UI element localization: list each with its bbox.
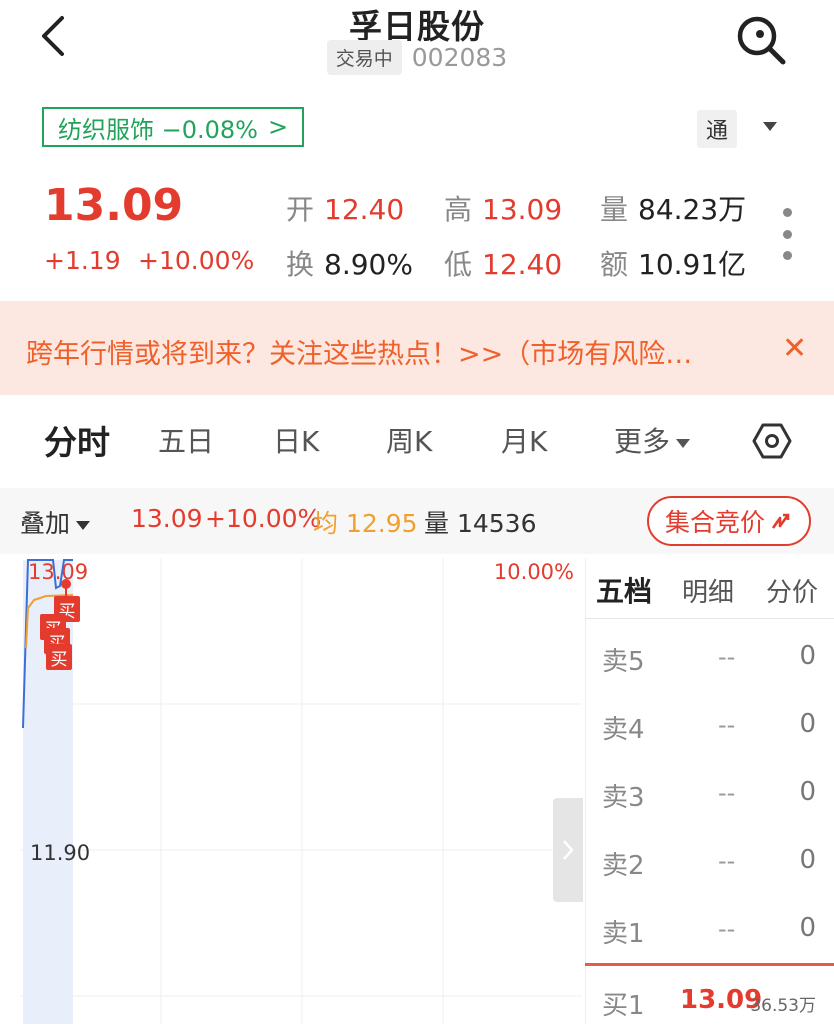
connect-button[interactable]: 通 bbox=[697, 110, 737, 148]
overlay-avg: 均 12.95 bbox=[313, 504, 418, 540]
caret-down-icon bbox=[676, 438, 691, 448]
search-icon[interactable] bbox=[733, 14, 789, 66]
ask1-price: -- bbox=[718, 915, 736, 943]
tab-five-day[interactable]: 五日 bbox=[158, 420, 214, 460]
more-vertical-icon[interactable] bbox=[778, 208, 796, 260]
stat-open-value: 12.40 bbox=[324, 193, 405, 226]
trading-status-badge: 交易中 bbox=[326, 40, 402, 75]
change-percent: +10.00% bbox=[138, 246, 255, 275]
tab-intraday[interactable]: 分时 bbox=[44, 416, 110, 464]
auction-arrow-icon bbox=[771, 513, 790, 529]
stat-turnover: 换 8.90% bbox=[286, 243, 413, 283]
ask2-price: -- bbox=[718, 847, 736, 875]
change-amount: +1.19 bbox=[44, 246, 121, 275]
caret-down-icon[interactable] bbox=[763, 122, 777, 131]
tab-more[interactable]: 更多 bbox=[614, 420, 691, 460]
bid1-volume: 36.53万 bbox=[750, 996, 816, 1016]
collapse-panel-handle[interactable] bbox=[553, 798, 583, 902]
stat-open-label: 开 bbox=[286, 193, 315, 226]
stat-volume-label: 量 bbox=[600, 193, 629, 226]
caret-down-icon bbox=[76, 520, 91, 530]
overlay-avg-label: 均 bbox=[313, 509, 339, 538]
bid1-label: 买1 bbox=[602, 991, 645, 1021]
stat-amount: 额 10.91亿 bbox=[600, 243, 746, 283]
tab-price-distribution[interactable]: 分价 bbox=[766, 572, 818, 609]
tab-monthly-k[interactable]: 月K bbox=[501, 420, 547, 460]
intraday-chart[interactable]: 13.09 10.00% 11.90 买 买 买 买 bbox=[20, 558, 582, 1024]
buy-tag[interactable]: 买 bbox=[46, 644, 72, 670]
tab-trade-detail[interactable]: 明细 bbox=[682, 572, 734, 609]
tab-five-levels[interactable]: 五档 bbox=[596, 570, 652, 610]
ask4-label: 卖4 bbox=[602, 715, 645, 745]
chevron-right-icon bbox=[563, 840, 574, 860]
ask4-volume: 0 bbox=[799, 709, 816, 739]
tab-more-label: 更多 bbox=[614, 425, 671, 458]
tab-weekly-k[interactable]: 周K bbox=[386, 420, 432, 460]
ask5-price: -- bbox=[718, 643, 736, 671]
bid-ask-separator bbox=[585, 963, 834, 966]
ask3-price: -- bbox=[718, 779, 736, 807]
chart-mid-price: 11.90 bbox=[30, 841, 91, 865]
overlay-price: 13.09 bbox=[131, 504, 203, 533]
stat-amount-value: 10.91亿 bbox=[638, 248, 747, 281]
ask3-label: 卖3 bbox=[602, 783, 645, 813]
ask5-volume: 0 bbox=[799, 641, 816, 671]
overlay-volume: 量 14536 bbox=[424, 504, 537, 540]
call-auction-button[interactable]: 集合竞价 bbox=[647, 496, 811, 546]
ask2-label: 卖2 bbox=[602, 851, 645, 881]
stat-high: 高 13.09 bbox=[444, 188, 562, 228]
overlay-label: 叠加 bbox=[20, 509, 71, 538]
overlay-pct: +10.00% bbox=[205, 504, 322, 533]
ask4-price: -- bbox=[718, 711, 736, 739]
sector-badge[interactable]: 纺织服饰 −0.08% > bbox=[42, 107, 305, 147]
tab-daily-k[interactable]: 日K bbox=[273, 420, 319, 460]
stock-code: 002083 bbox=[411, 43, 508, 72]
ask5-label: 卖5 bbox=[602, 647, 645, 677]
order-book-divider bbox=[585, 618, 834, 619]
stock-subtitle: 交易中 002083 bbox=[0, 40, 834, 75]
stat-high-value: 13.09 bbox=[482, 193, 563, 226]
overlay-avg-value: 12.95 bbox=[345, 509, 418, 538]
promo-banner-text[interactable]: 跨年行情或将到来？关注这些热点！>>（市场有风险… bbox=[26, 332, 692, 371]
chevron-right-icon: > bbox=[267, 113, 289, 141]
close-icon[interactable]: ✕ bbox=[782, 331, 807, 366]
chart-top-pct: 10.00% bbox=[493, 560, 574, 584]
stat-turnover-value: 8.90% bbox=[324, 248, 413, 281]
stat-low-value: 12.40 bbox=[482, 248, 563, 281]
chart-top-price: 13.09 bbox=[28, 560, 89, 584]
ask2-volume: 0 bbox=[799, 845, 816, 875]
stat-turnover-label: 换 bbox=[286, 248, 315, 281]
stat-volume: 量 84.23万 bbox=[600, 188, 746, 228]
overlay-volume-label: 量 bbox=[424, 509, 450, 538]
ask3-volume: 0 bbox=[799, 777, 816, 807]
intraday-chart-svg bbox=[20, 558, 582, 1024]
stat-volume-value: 84.23万 bbox=[638, 193, 747, 226]
overlay-dropdown[interactable]: 叠加 bbox=[20, 504, 91, 540]
stat-low: 低 12.40 bbox=[444, 243, 562, 283]
settings-icon[interactable] bbox=[752, 420, 792, 462]
call-auction-label: 集合竞价 bbox=[664, 508, 765, 537]
sector-label: 纺织服饰 −0.08% bbox=[58, 115, 258, 144]
stat-low-label: 低 bbox=[444, 248, 473, 281]
overlay-volume-value: 14536 bbox=[456, 509, 537, 538]
ask1-volume: 0 bbox=[799, 913, 816, 943]
stat-open: 开 12.40 bbox=[286, 188, 404, 228]
stat-high-label: 高 bbox=[444, 193, 473, 226]
stat-amount-label: 额 bbox=[600, 248, 629, 281]
ask1-label: 卖1 bbox=[602, 919, 645, 949]
current-price: 13.09 bbox=[44, 180, 184, 231]
